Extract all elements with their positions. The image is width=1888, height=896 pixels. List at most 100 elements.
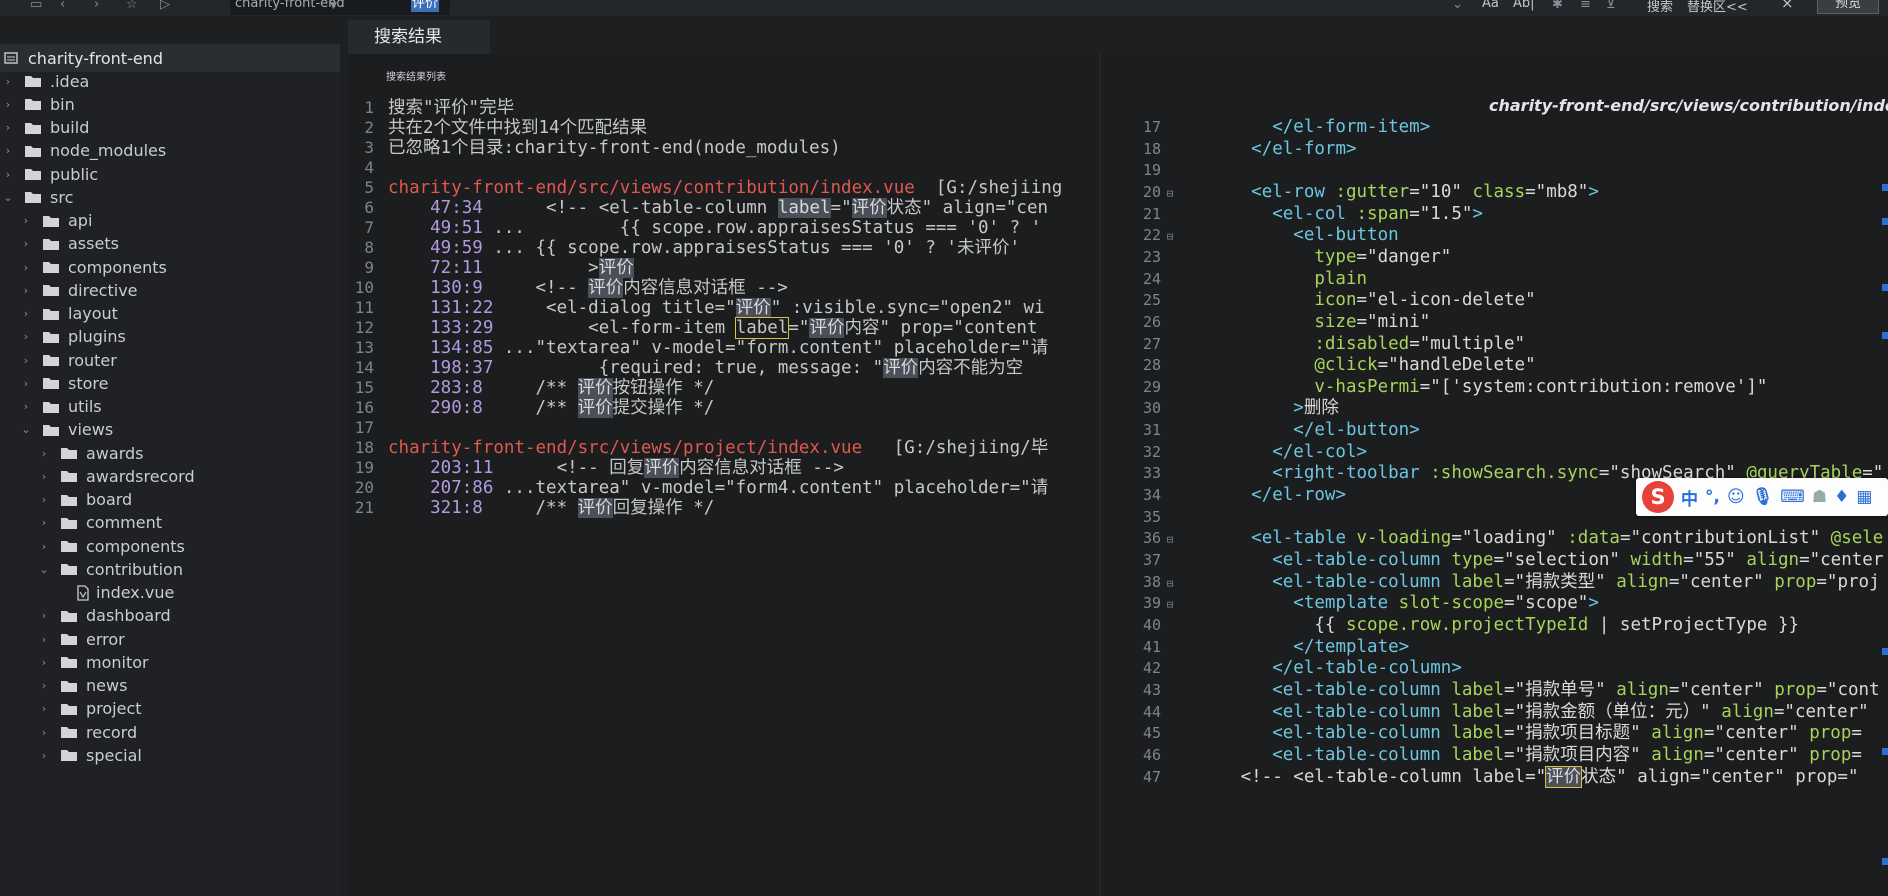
chevron-right-icon[interactable]: › xyxy=(38,702,50,715)
chevron-right-icon[interactable]: › xyxy=(38,447,50,460)
result-text: 提交操作 */ xyxy=(612,398,715,418)
preview-button[interactable]: 预览 xyxy=(1817,0,1879,14)
chevron-right-icon[interactable]: › xyxy=(20,400,32,413)
code-content: <el-table-column label="捐款类型" align="cen… xyxy=(1179,571,1879,592)
chevron-down-icon[interactable]: ⌄ xyxy=(38,563,50,576)
code-tag: > xyxy=(1588,593,1599,614)
chevron-right-icon[interactable]: › xyxy=(2,121,14,134)
chevron-right-icon[interactable]: › xyxy=(2,75,14,88)
replace-toggle[interactable]: 替换区<< xyxy=(1687,0,1748,15)
code-attr: align xyxy=(1616,571,1669,592)
code-attr: align xyxy=(1651,723,1704,744)
chevron-right-icon[interactable]: › xyxy=(20,214,32,227)
match-case-toggle[interactable]: Aa xyxy=(1482,0,1499,11)
tree-item-label: dashboard xyxy=(86,606,171,626)
code-text: ="mb8" xyxy=(1525,181,1589,202)
back-icon[interactable]: ‹ xyxy=(60,0,65,13)
file-path-title: charity-front-end/src/views/contribution… xyxy=(1489,96,1888,115)
folder-icon xyxy=(24,97,42,111)
top-toolbar: ▭ ‹ › ☆ ▷ charity-front-end ▼ 评价 ⌄ Aa Ab… xyxy=(0,0,1888,16)
tree-item-label: record xyxy=(86,722,138,742)
forward-icon[interactable]: › xyxy=(94,0,99,13)
chevron-right-icon[interactable]: › xyxy=(2,144,14,157)
chevron-right-icon[interactable]: › xyxy=(38,679,50,692)
star-icon[interactable]: ☆ xyxy=(126,0,138,13)
code-attr: :data xyxy=(1567,528,1620,549)
chevron-right-icon[interactable]: › xyxy=(38,633,50,646)
keyboard-icon[interactable]: ⌨ xyxy=(1780,487,1805,507)
chevron-right-icon[interactable]: › xyxy=(38,540,50,553)
search-result-line[interactable]: 21 321:8 /** 评价回复操作 */ xyxy=(348,496,1098,520)
tree-folder[interactable]: › special xyxy=(0,741,340,769)
filter-icon[interactable]: ⊻ xyxy=(1606,0,1616,13)
code-attr: :disabled xyxy=(1314,333,1410,354)
chevron-right-icon[interactable]: › xyxy=(38,726,50,739)
code-content: @click="handleDelete" xyxy=(1179,355,1535,375)
tab-search-results[interactable]: 搜索结果 xyxy=(348,20,490,54)
chevron-right-icon[interactable]: › xyxy=(38,516,50,529)
chevron-right-icon[interactable]: › xyxy=(20,284,32,297)
chevron-down-icon[interactable]: ⌄ xyxy=(1452,0,1463,13)
chevron-down-icon[interactable]: ⌄ xyxy=(2,191,14,204)
code-attr: plain xyxy=(1314,268,1368,289)
code-text: | setProjectType }} xyxy=(1588,614,1800,635)
folder-icon xyxy=(42,353,60,367)
result-text: 283:8 xyxy=(388,378,483,398)
chevron-right-icon[interactable]: › xyxy=(38,609,50,622)
chevron-right-icon[interactable]: › xyxy=(20,354,32,367)
close-icon[interactable]: × xyxy=(1781,0,1794,12)
chevron-down-icon[interactable]: ▼ xyxy=(330,0,337,14)
search-scope-label[interactable]: charity-front-end xyxy=(235,0,345,11)
line-number: 21 xyxy=(354,498,374,517)
regex-icon[interactable]: ✱ xyxy=(1552,0,1563,13)
tree-item-label: components xyxy=(68,257,167,277)
code-text: {{ xyxy=(1314,614,1346,635)
match-highlight: 评价 xyxy=(598,258,634,278)
chevron-right-icon[interactable]: › xyxy=(20,261,32,274)
chevron-right-icon[interactable]: › xyxy=(2,98,14,111)
chevron-right-icon[interactable]: › xyxy=(20,330,32,343)
file-icon[interactable]: ▭ xyxy=(30,0,42,13)
chevron-right-icon[interactable]: › xyxy=(38,470,50,483)
code-content: <el-row :gutter="10" class="mb8"> xyxy=(1179,182,1599,202)
chevron-right-icon[interactable]: › xyxy=(2,168,14,181)
whole-word-toggle[interactable]: Ab| xyxy=(1513,0,1535,11)
ime-mode-toggle[interactable]: 中 xyxy=(1681,485,1698,510)
code-attr: label xyxy=(1451,679,1505,700)
search-label[interactable]: 搜索 xyxy=(1647,0,1673,15)
code-content: </el-form-item> xyxy=(1179,117,1430,137)
chevron-right-icon[interactable]: › xyxy=(20,377,32,390)
folder-icon xyxy=(24,144,42,158)
chevron-right-icon[interactable]: › xyxy=(38,656,50,669)
chevron-right-icon[interactable]: › xyxy=(38,493,50,506)
chevron-right-icon[interactable]: › xyxy=(38,749,50,762)
tree-item-label: monitor xyxy=(86,652,149,672)
code-content: >删除 xyxy=(1179,398,1339,418)
sogou-logo-icon[interactable]: S xyxy=(1642,481,1674,513)
list-icon[interactable]: ≡ xyxy=(1580,0,1591,13)
tree-item-label: api xyxy=(68,211,93,230)
emoji-icon[interactable]: ☺ xyxy=(1727,487,1745,507)
shirt-icon[interactable]: ♦ xyxy=(1834,487,1849,507)
grid-icon[interactable]: ▦ xyxy=(1856,487,1872,507)
result-text: /** xyxy=(482,378,578,398)
code-text: 状态" align="center" prop=" xyxy=(1581,766,1859,787)
ime-punct-toggle[interactable]: °, xyxy=(1705,487,1720,507)
chevron-right-icon[interactable]: › xyxy=(20,237,32,250)
code-content: type="danger" xyxy=(1179,247,1451,267)
code-attr: prop xyxy=(1809,723,1852,744)
chevron-right-icon[interactable]: › xyxy=(20,307,32,320)
result-text: 207:86 xyxy=(388,478,494,498)
code-content: size="mini" xyxy=(1179,312,1430,332)
code-content: :disabled="multiple" xyxy=(1179,334,1525,354)
chevron-down-icon[interactable]: ⌄ xyxy=(20,423,32,436)
ime-toolbar[interactable]: S 中 °, ☺ 🎙︎ ⌨ ☗ ♦ ▦ xyxy=(1636,478,1888,516)
code-attr: label xyxy=(1451,744,1505,765)
user-icon[interactable]: ☗ xyxy=(1812,487,1827,507)
search-input[interactable]: 评价 xyxy=(411,0,440,12)
microphone-icon[interactable]: 🎙︎ xyxy=(1752,487,1774,507)
result-text: 内容信息对话框 --> xyxy=(623,278,788,298)
code-text: ="center" xyxy=(1703,723,1810,744)
folder-icon xyxy=(60,702,78,716)
play-icon[interactable]: ▷ xyxy=(160,0,170,13)
